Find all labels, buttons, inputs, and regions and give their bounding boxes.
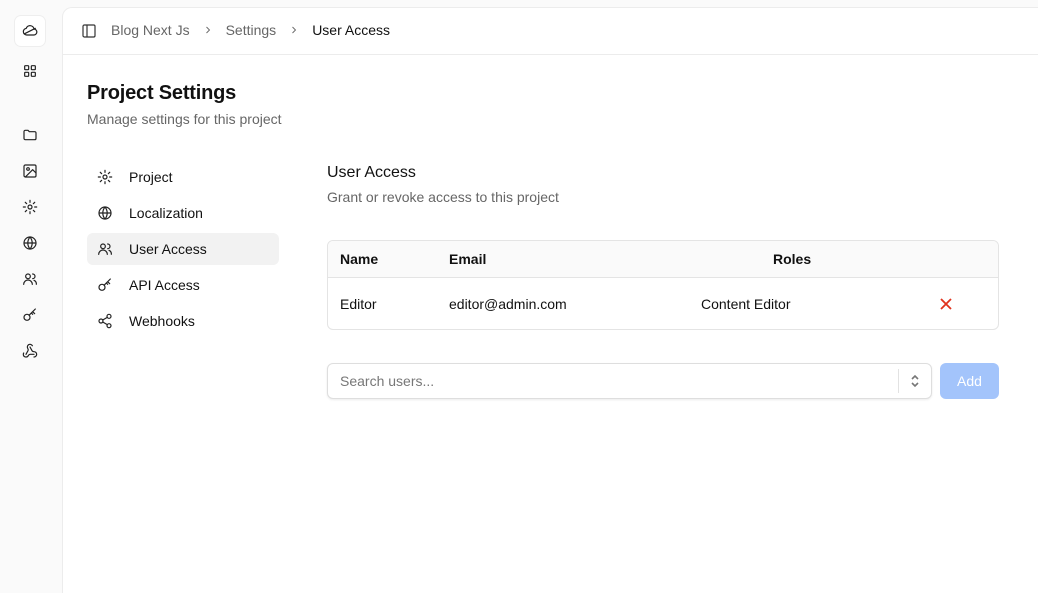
settings-nav-webhooks[interactable]: Webhooks — [87, 305, 279, 337]
settings-nav-user-access[interactable]: User Access — [87, 233, 279, 265]
search-users-input[interactable] — [328, 364, 898, 398]
divider — [898, 369, 899, 393]
users-icon — [97, 241, 113, 257]
gear-icon — [97, 169, 113, 185]
settings-nav-label: User Access — [129, 241, 207, 257]
folder-icon[interactable] — [15, 120, 45, 150]
section-title: User Access — [327, 164, 416, 181]
globe-icon[interactable] — [15, 228, 45, 258]
search-users-combobox[interactable] — [327, 363, 932, 399]
table-header: Name Email Roles — [328, 241, 998, 278]
settings-nav-label: Webhooks — [129, 313, 195, 329]
grid-icon[interactable] — [15, 56, 45, 86]
user-role-cell: Content Editor — [701, 296, 791, 312]
breadcrumb-current: User Access — [312, 22, 390, 38]
remove-user-button[interactable] — [934, 292, 958, 316]
settings-nav-api-access[interactable]: API Access — [87, 269, 279, 301]
key-icon[interactable] — [15, 300, 45, 330]
settings-nav-label: Project — [129, 169, 173, 185]
settings-nav-project[interactable]: Project — [87, 161, 279, 193]
globe-icon — [97, 205, 113, 221]
gear-icon[interactable] — [15, 192, 45, 222]
table-row: Editor editor@admin.com Content Editor — [328, 278, 998, 329]
share-icon — [97, 313, 113, 329]
users-table: Name Email Roles Editor editor@admin.com… — [327, 240, 999, 330]
image-icon[interactable] — [15, 156, 45, 186]
settings-nav-label: Localization — [129, 205, 203, 221]
breadcrumb-project[interactable]: Blog Next Js — [111, 22, 190, 38]
cloud-logo-icon[interactable] — [15, 16, 45, 46]
users-icon[interactable] — [15, 264, 45, 294]
icon-rail — [0, 0, 61, 593]
key-icon — [97, 277, 113, 293]
chevron-right-icon — [202, 24, 214, 36]
settings-nav-localization[interactable]: Localization — [87, 197, 279, 229]
section-subtitle: Grant or revoke access to this project — [327, 189, 559, 205]
column-header-email: Email — [449, 251, 487, 267]
close-icon — [940, 298, 952, 310]
add-user-button[interactable]: Add — [940, 363, 999, 399]
page-subtitle: Manage settings for this project — [87, 111, 282, 127]
sidebar-toggle-icon[interactable] — [81, 23, 97, 39]
page-title: Project Settings — [87, 82, 237, 104]
column-header-name: Name — [340, 251, 379, 267]
user-email-cell: editor@admin.com — [449, 296, 567, 312]
main-panel: Blog Next Js Settings User Access Projec… — [62, 7, 1038, 593]
column-header-roles: Roles — [773, 251, 812, 267]
chevron-right-icon — [288, 24, 300, 36]
settings-nav-label: API Access — [129, 277, 200, 293]
user-name-cell: Editor — [340, 296, 377, 312]
top-bar: Blog Next Js Settings User Access — [63, 8, 1038, 55]
settings-nav: Project Localization User Access API Acc… — [87, 161, 279, 341]
breadcrumb: Blog Next Js Settings User Access — [111, 22, 390, 38]
webhook-icon[interactable] — [15, 336, 45, 366]
breadcrumb-settings[interactable]: Settings — [226, 22, 277, 38]
chevron-up-down-icon[interactable] — [908, 373, 922, 389]
